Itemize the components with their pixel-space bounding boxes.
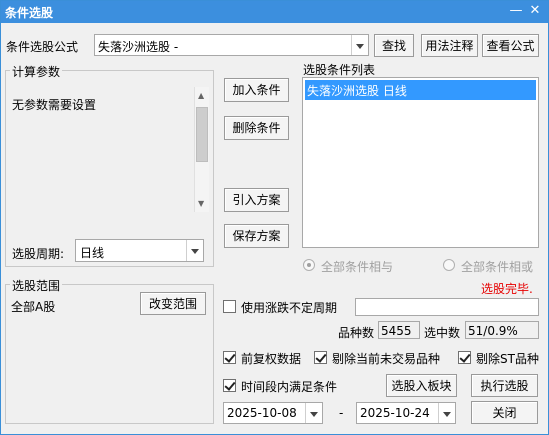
variable-period-label: 使用涨跌不定周期 [241, 301, 338, 315]
chevron-down-icon[interactable] [438, 403, 455, 423]
scroll-up-icon[interactable]: ▲ [198, 91, 204, 100]
close-button[interactable]: 关闭 [471, 401, 538, 424]
radio-and[interactable] [303, 259, 315, 271]
exclude-st-label: 剔除ST品种 [476, 352, 539, 366]
chevron-down-icon[interactable] [186, 240, 203, 261]
forward-adjust-checkbox[interactable] [223, 351, 236, 364]
selected-box: 51/0.9% [465, 321, 539, 339]
scroll-thumb[interactable] [196, 107, 208, 162]
formula-select[interactable]: 失落沙洲选股 - [94, 34, 369, 56]
period-select-value: 日线 [80, 246, 105, 260]
date-from-picker[interactable]: 2025-10-08 [223, 402, 323, 424]
condition-list-header: 选股条件列表 [303, 63, 376, 77]
period-select[interactable]: 日线 [75, 239, 204, 262]
exclude-st-checkbox[interactable] [458, 351, 471, 364]
formula-select-value: 失落沙洲选股 - [98, 40, 179, 54]
title-bar: 条件选股 — ✕ [1, 1, 548, 23]
list-item-label: 失落沙洲选股 日线 [307, 84, 407, 98]
close-icon[interactable]: ✕ [526, 2, 544, 20]
date-from-value: 2025-10-08 [227, 406, 297, 420]
count-value: 5455 [381, 324, 412, 338]
params-group: 计算参数 无参数需要设置 ▲ ▼ 选股周期: 日线 [5, 63, 214, 267]
list-item[interactable]: 失落沙洲选股 日线 [305, 80, 536, 100]
radio-and-label: 全部条件相与 [321, 260, 394, 274]
period-label: 选股周期: [12, 247, 65, 261]
variable-period-input[interactable] [355, 298, 539, 316]
variable-period-checkbox[interactable] [223, 300, 236, 313]
scroll-down-icon[interactable]: ▼ [198, 199, 204, 208]
run-select-button[interactable]: 执行选股 [471, 374, 538, 397]
exclude-untraded-label: 剔除当前未交易品种 [332, 352, 441, 366]
to-block-button[interactable]: 选股入板块 [386, 374, 457, 397]
count-box: 5455 [378, 321, 420, 339]
forward-adjust-label: 前复权数据 [241, 352, 302, 366]
range-value: 全部A股 [11, 300, 56, 314]
chevron-down-icon[interactable] [351, 35, 368, 55]
find-button[interactable]: 查找 [374, 34, 414, 57]
usage-button[interactable]: 用法注释 [421, 34, 478, 57]
status-text: 选股完毕. [481, 282, 533, 296]
params-group-label: 计算参数 [10, 63, 63, 80]
exclude-untraded-checkbox[interactable] [314, 351, 327, 364]
range-group-label: 选股范围 [10, 277, 63, 294]
selected-label: 选中数 [424, 326, 461, 340]
period-condition-label: 时间段内满足条件 [241, 380, 338, 394]
change-range-button[interactable]: 改变范围 [140, 292, 206, 315]
date-to-picker[interactable]: 2025-10-24 [356, 402, 456, 424]
import-scheme-button[interactable]: 引入方案 [224, 188, 289, 212]
date-separator: - [339, 406, 344, 420]
minimize-icon[interactable]: — [507, 2, 525, 20]
chevron-down-icon[interactable] [305, 403, 322, 423]
radio-or[interactable] [443, 259, 455, 271]
view-formula-button[interactable]: 查看公式 [482, 34, 539, 57]
add-condition-button[interactable]: 加入条件 [224, 78, 289, 102]
date-to-value: 2025-10-24 [360, 406, 430, 420]
params-scrollbar[interactable]: ▲ ▼ [194, 87, 209, 212]
condition-list[interactable]: 失落沙洲选股 日线 [302, 77, 539, 248]
range-group: 选股范围 全部A股 改变范围 [5, 277, 214, 424]
window-title: 条件选股 [5, 6, 54, 20]
remove-condition-button[interactable]: 删除条件 [224, 116, 289, 140]
formula-label: 条件选股公式 [6, 40, 79, 54]
period-condition-checkbox[interactable] [223, 379, 236, 392]
count-label: 品种数 [338, 326, 375, 340]
selected-value: 51/0.9% [468, 324, 518, 338]
radio-or-label: 全部条件相或 [461, 260, 534, 274]
condition-select-window: 条件选股 — ✕ 条件选股公式 失落沙洲选股 - 查找 用法注释 查看公式 计算… [0, 0, 549, 435]
params-text: 无参数需要设置 [12, 98, 97, 112]
save-scheme-button[interactable]: 保存方案 [224, 224, 289, 248]
